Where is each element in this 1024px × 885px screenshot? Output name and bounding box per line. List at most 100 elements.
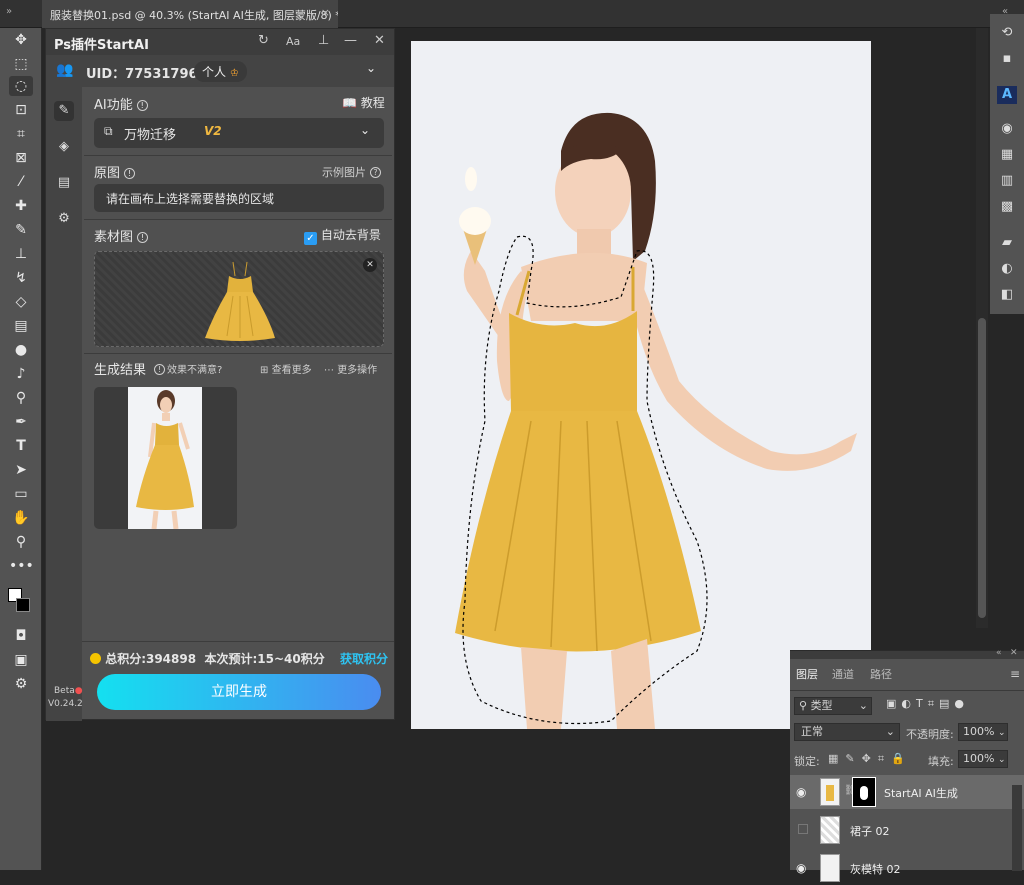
info-icon[interactable]: !: [136, 100, 148, 111]
startai-icon[interactable]: A: [997, 86, 1017, 104]
path-select-tool-icon[interactable]: ➤: [9, 460, 33, 480]
blur-tool-icon[interactable]: ●: [9, 340, 33, 360]
stamp-tool-icon[interactable]: ⊥: [9, 244, 33, 264]
close-panel-icon[interactable]: ✕: [1010, 648, 1018, 658]
layers-icon[interactable]: ◈: [54, 137, 74, 157]
eye-icon[interactable]: ◉: [796, 785, 806, 799]
layer-row[interactable]: ◉ ⛓ StartAI AI生成: [790, 775, 1024, 809]
gradient-tool-icon[interactable]: ▤: [9, 316, 33, 336]
tab-paths[interactable]: 路径: [870, 663, 892, 687]
pin-icon[interactable]: ⊥: [318, 33, 329, 48]
scrollbar-thumb[interactable]: [978, 318, 986, 618]
blend-mode-select[interactable]: 正常 ⌄: [794, 723, 900, 741]
layers-scrollbar[interactable]: [1012, 785, 1022, 871]
collapse-icon[interactable]: «: [996, 648, 1002, 658]
marquee-tool-icon[interactable]: ⬚: [9, 54, 33, 74]
info-icon[interactable]: !: [137, 232, 149, 243]
hand-tool-icon[interactable]: ✋: [9, 508, 33, 528]
comments-icon[interactable]: ▪: [997, 50, 1017, 68]
tutorial-link[interactable]: 📖 教程: [342, 94, 385, 111]
move-tool-icon[interactable]: ✥: [9, 30, 33, 50]
brush-tool-icon[interactable]: ✎: [9, 220, 33, 240]
healing-brush-tool-icon[interactable]: ✚: [9, 196, 33, 216]
burn-tool-icon[interactable]: ⚲: [9, 388, 33, 408]
visibility-off-box[interactable]: [798, 824, 808, 834]
remove-material-icon[interactable]: ✕: [363, 258, 377, 272]
color-icon[interactable]: ◉: [997, 120, 1017, 138]
gradients-icon[interactable]: ▥: [997, 172, 1017, 190]
refresh-icon[interactable]: ↻: [258, 33, 269, 48]
settings-icon[interactable]: ⚙: [54, 209, 74, 229]
filter-toggle-icon[interactable]: ●: [954, 697, 969, 710]
close-icon[interactable]: ✕: [374, 33, 385, 48]
smart-object-filter-icon[interactable]: ▤: [939, 697, 954, 710]
result-thumbnail[interactable]: [94, 387, 237, 529]
eyedropper-tool-icon[interactable]: ⁄: [9, 172, 33, 192]
more-tools-icon[interactable]: •••: [9, 556, 34, 576]
adjustments-icon[interactable]: ◐: [997, 260, 1017, 278]
lock-transparent-icon[interactable]: ▦: [828, 752, 845, 765]
canvas-scrollbar[interactable]: [976, 28, 988, 628]
type-tool-icon[interactable]: T: [9, 436, 33, 456]
layer-row[interactable]: ◉ 灰模特 02: [790, 851, 1024, 885]
eraser-tool-icon[interactable]: ◇: [9, 292, 33, 312]
eye-icon[interactable]: ◉: [796, 861, 806, 875]
lock-all-icon[interactable]: 🔒: [891, 752, 912, 765]
rectangle-tool-icon[interactable]: ▭: [9, 484, 33, 504]
crop-tool-icon[interactable]: ⌗: [9, 124, 33, 144]
auto-remove-bg-toggle[interactable]: ✓ 自动去背景: [304, 226, 381, 245]
layer-row[interactable]: 裙子 02: [790, 813, 1024, 847]
layer-mask-thumbnail[interactable]: [852, 777, 876, 807]
swatches-icon[interactable]: ▦: [997, 146, 1017, 164]
example-image-link[interactable]: 示例图片?: [322, 164, 381, 180]
collapse-toolbar-icon[interactable]: »: [6, 6, 12, 17]
properties-icon[interactable]: ◧: [997, 286, 1017, 304]
document-canvas[interactable]: [411, 41, 871, 729]
lock-image-icon[interactable]: ✎: [845, 752, 861, 765]
lasso-tool-icon[interactable]: ◌: [9, 76, 33, 96]
tab-channels[interactable]: 通道: [832, 663, 854, 687]
shape-filter-icon[interactable]: ⌗: [928, 697, 939, 710]
chevron-down-icon[interactable]: ⌄: [366, 61, 376, 75]
dodge-tool-icon[interactable]: ♪: [9, 364, 33, 384]
get-points-link[interactable]: 获取积分: [340, 650, 388, 667]
patterns-icon[interactable]: ▩: [997, 198, 1017, 216]
layer-filter-select[interactable]: ⚲ 类型 ⌄: [794, 697, 872, 715]
info-icon[interactable]: !: [124, 168, 136, 179]
screen-mode-icon[interactable]: ▣: [9, 650, 33, 670]
adjustment-filter-icon[interactable]: ◐: [901, 697, 916, 710]
opacity-input[interactable]: 100% ⌄: [958, 723, 1008, 741]
generate-button[interactable]: 立即生成: [97, 674, 381, 710]
history-brush-tool-icon[interactable]: ↯: [9, 268, 33, 288]
object-select-tool-icon[interactable]: ⊡: [9, 100, 33, 120]
view-more-link[interactable]: ⊞ 查看更多: [260, 361, 312, 376]
type-filter-icon[interactable]: T: [916, 697, 928, 710]
history-icon[interactable]: ⟲: [997, 24, 1017, 42]
document-tab[interactable]: 服装替换01.psd @ 40.3% (StartAI AI生成, 图层蒙版/8…: [42, 0, 338, 28]
notes-icon[interactable]: ▤: [54, 173, 74, 193]
edit-toolbar-icon[interactable]: ⚙: [9, 674, 33, 694]
minimize-icon[interactable]: —: [344, 33, 357, 48]
unsatisfied-link[interactable]: ! 效果不满意?: [154, 361, 222, 376]
user-bar[interactable]: 👥 UID：775317965 个人 ♔ ⌄: [46, 55, 394, 87]
quick-mask-icon[interactable]: ◘: [9, 626, 33, 646]
image-filter-icon[interactable]: ▣: [886, 697, 901, 710]
ai-function-select[interactable]: ⧉ 万物迁移 V2 ⌄: [94, 118, 384, 148]
close-tab-button[interactable]: ×: [321, 6, 330, 19]
tab-layers[interactable]: 图层: [790, 663, 824, 687]
libraries-icon[interactable]: ▰: [997, 234, 1017, 252]
edit-icon[interactable]: ✎: [54, 101, 74, 121]
region-select-field[interactable]: 请在画布上选择需要替换的区域: [94, 184, 384, 212]
font-size-icon[interactable]: Aa: [286, 35, 300, 48]
layer-filter-icons[interactable]: ▣◐T⌗▤●: [886, 697, 969, 711]
checkbox-checked-icon[interactable]: ✓: [304, 232, 317, 245]
pen-tool-icon[interactable]: ✒: [9, 412, 33, 432]
panel-menu-icon[interactable]: ≡: [1010, 667, 1020, 681]
frame-tool-icon[interactable]: ⊠: [9, 148, 33, 168]
background-color-swatch[interactable]: [16, 598, 30, 612]
material-image-dropzone[interactable]: ✕: [94, 251, 384, 347]
lock-position-icon[interactable]: ✥: [862, 752, 878, 765]
zoom-tool-icon[interactable]: ⚲: [9, 532, 33, 552]
fill-input[interactable]: 100% ⌄: [958, 750, 1008, 768]
more-actions-link[interactable]: ⋯ 更多操作: [324, 361, 377, 376]
